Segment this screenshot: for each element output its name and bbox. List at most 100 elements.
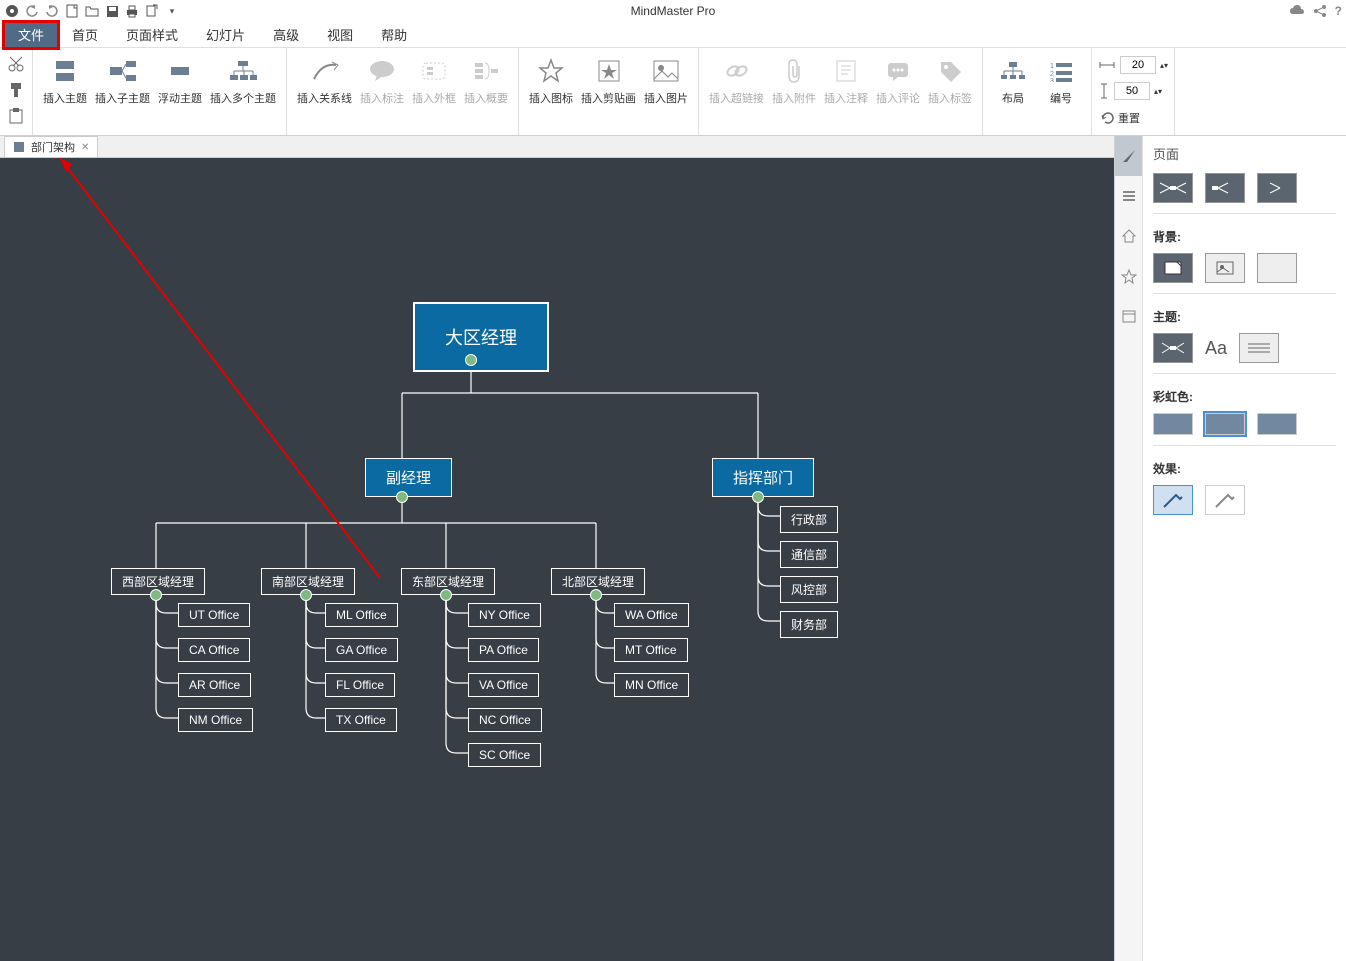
reset-button[interactable]: 重置 [1098,108,1168,128]
close-tab-icon[interactable]: ✕ [81,142,89,153]
menu-page-style[interactable]: 页面样式 [112,21,192,48]
side-tab-outline[interactable] [1115,176,1142,216]
font-thumb[interactable]: Aa [1205,338,1227,359]
node-leaf[interactable]: UT Office [178,603,250,627]
layout-thumb[interactable] [1153,173,1193,203]
bg-thumb[interactable] [1257,253,1297,283]
node-leaf[interactable]: PA Office [468,638,539,662]
node-leaf[interactable]: SC Office [468,743,541,767]
insert-callout-button[interactable]: 插入标注 [356,52,408,108]
insert-tag-button[interactable]: 插入标签 [924,52,976,108]
node-leaf[interactable]: CA Office [178,638,250,662]
insert-topic-button[interactable]: 插入主题 [39,52,91,108]
menu-slideshow[interactable]: 幻灯片 [192,21,259,48]
rainbow-thumb[interactable] [1153,413,1193,435]
side-tab-home[interactable] [1115,216,1142,256]
effect-thumb[interactable] [1205,485,1245,515]
node-leaf[interactable]: NC Office [468,708,542,732]
node-leaf[interactable]: GA Office [325,638,398,662]
node-leaf[interactable]: NM Office [178,708,253,732]
export-icon[interactable] [144,3,160,19]
effect-label: 效果: [1153,460,1336,477]
side-tab-calendar[interactable] [1115,296,1142,336]
insert-boundary-button[interactable]: 插入外框 [408,52,460,108]
insert-clipart-button[interactable]: 插入剪贴画 [577,52,640,108]
insert-subtopic-button[interactable]: 插入子主题 [91,52,154,108]
layout-button[interactable]: 布局 [989,52,1037,108]
collapse-icon[interactable] [396,491,408,503]
new-icon[interactable] [64,3,80,19]
insert-summary-button[interactable]: 插入概要 [460,52,512,108]
menu-help[interactable]: 帮助 [367,21,421,48]
collapse-icon[interactable] [440,589,452,601]
menu-advanced[interactable]: 高级 [259,21,313,48]
insert-relation-button[interactable]: 插入关系线 [293,52,356,108]
rainbow-thumb[interactable] [1205,413,1245,435]
node-leaf[interactable]: 风控部 [780,576,838,603]
layout-thumb[interactable] [1205,173,1245,203]
node-leaf[interactable]: MN Office [614,673,689,697]
height-spinner[interactable]: ▴▾ [1098,82,1168,100]
layout-thumb[interactable] [1257,173,1297,203]
effect-thumb[interactable] [1153,485,1193,515]
menu-home[interactable]: 首页 [58,21,112,48]
side-tab-brush[interactable] [1115,136,1142,176]
node-sub2[interactable]: 指挥部门 [712,458,814,497]
numbering-button[interactable]: 123编号 [1037,52,1085,108]
cut-icon[interactable] [6,54,26,74]
doc-icon [13,141,25,153]
bg-thumb[interactable] [1205,253,1245,283]
document-tab-bar: 部门架构 ✕ [0,136,1114,158]
insert-hyperlink-button[interactable]: 插入超链接 [705,52,768,108]
node-root[interactable]: 大区经理 [413,302,549,372]
node-leaf[interactable]: VA Office [468,673,539,697]
node-leaf[interactable]: 行政部 [780,506,838,533]
insert-image-button[interactable]: 插入图片 [640,52,692,108]
menu-file[interactable]: 文件 [4,21,58,48]
float-topic-button[interactable]: 浮动主题 [154,52,206,108]
rainbow-thumb[interactable] [1257,413,1297,435]
width-input[interactable] [1120,56,1156,74]
node-leaf[interactable]: 通信部 [780,541,838,568]
theme-thumb[interactable] [1239,333,1279,363]
insert-comment-button[interactable]: 插入评论 [872,52,924,108]
height-input[interactable] [1114,82,1150,100]
insert-attachment-button[interactable]: 插入附件 [768,52,820,108]
node-leaf[interactable]: NY Office [468,603,541,627]
collapse-icon[interactable] [150,589,162,601]
bg-thumb[interactable] [1153,253,1193,283]
collapse-icon[interactable] [590,589,602,601]
node-leaf[interactable]: FL Office [325,673,395,697]
side-tab-star[interactable] [1115,256,1142,296]
open-icon[interactable] [84,3,100,19]
node-leaf[interactable]: MT Office [614,638,688,662]
width-spinner[interactable]: ▴▾ [1098,56,1168,74]
insert-note-button[interactable]: 插入注释 [820,52,872,108]
print-icon[interactable] [124,3,140,19]
node-leaf[interactable]: 财务部 [780,611,838,638]
format-painter-icon[interactable] [6,80,26,100]
collapse-icon[interactable] [300,589,312,601]
insert-icon-button[interactable]: 插入图标 [525,52,577,108]
paste-icon[interactable] [6,106,26,126]
ribbon: 插入主题 插入子主题 浮动主题 插入多个主题 插入关系线 插入标注 插入外框 插… [0,48,1346,136]
cloud-icon[interactable] [1289,4,1305,18]
theme-thumb[interactable] [1153,333,1193,363]
redo-icon[interactable] [44,3,60,19]
canvas[interactable]: 大区经理 副经理 指挥部门 西部区域经理 南部区域经理 东部区域经理 北部区域经… [0,158,1114,961]
node-sub1[interactable]: 副经理 [365,458,452,497]
share-icon[interactable] [1313,4,1327,18]
dropdown-icon[interactable]: ▾ [164,3,180,19]
node-leaf[interactable]: AR Office [178,673,251,697]
document-tab[interactable]: 部门架构 ✕ [4,136,98,157]
node-leaf[interactable]: WA Office [614,603,689,627]
help-icon[interactable]: ? [1335,4,1342,18]
menu-view[interactable]: 视图 [313,21,367,48]
node-leaf[interactable]: ML Office [325,603,398,627]
save-icon[interactable] [104,3,120,19]
insert-multi-button[interactable]: 插入多个主题 [206,52,280,108]
collapse-icon[interactable] [465,354,477,366]
node-leaf[interactable]: TX Office [325,708,397,732]
collapse-icon[interactable] [752,491,764,503]
undo-icon[interactable] [24,3,40,19]
